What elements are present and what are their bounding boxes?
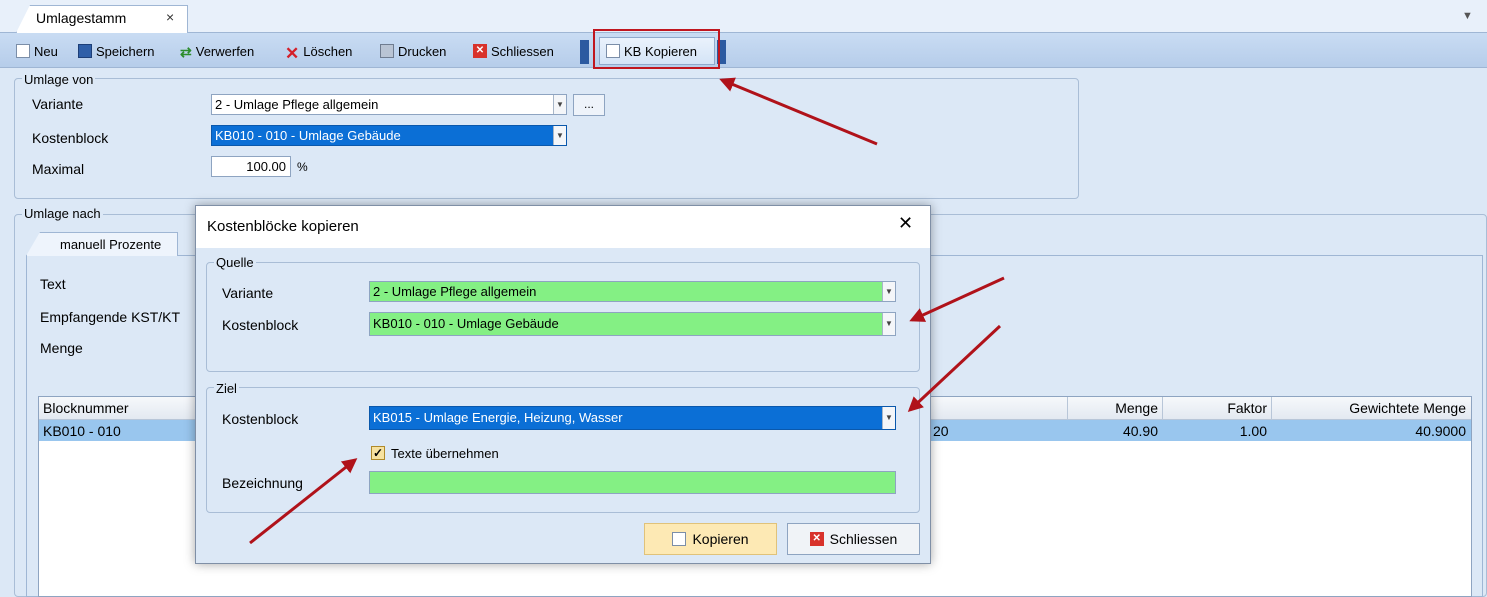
arrow-to-ziel-kostenblock (907, 324, 1002, 413)
annotation-arrows (249, 77, 1005, 545)
arrow-to-kb-copy (719, 77, 878, 146)
arrow-to-texte-checkbox (249, 458, 358, 545)
arrow-to-quelle-kostenblock (909, 276, 1005, 322)
